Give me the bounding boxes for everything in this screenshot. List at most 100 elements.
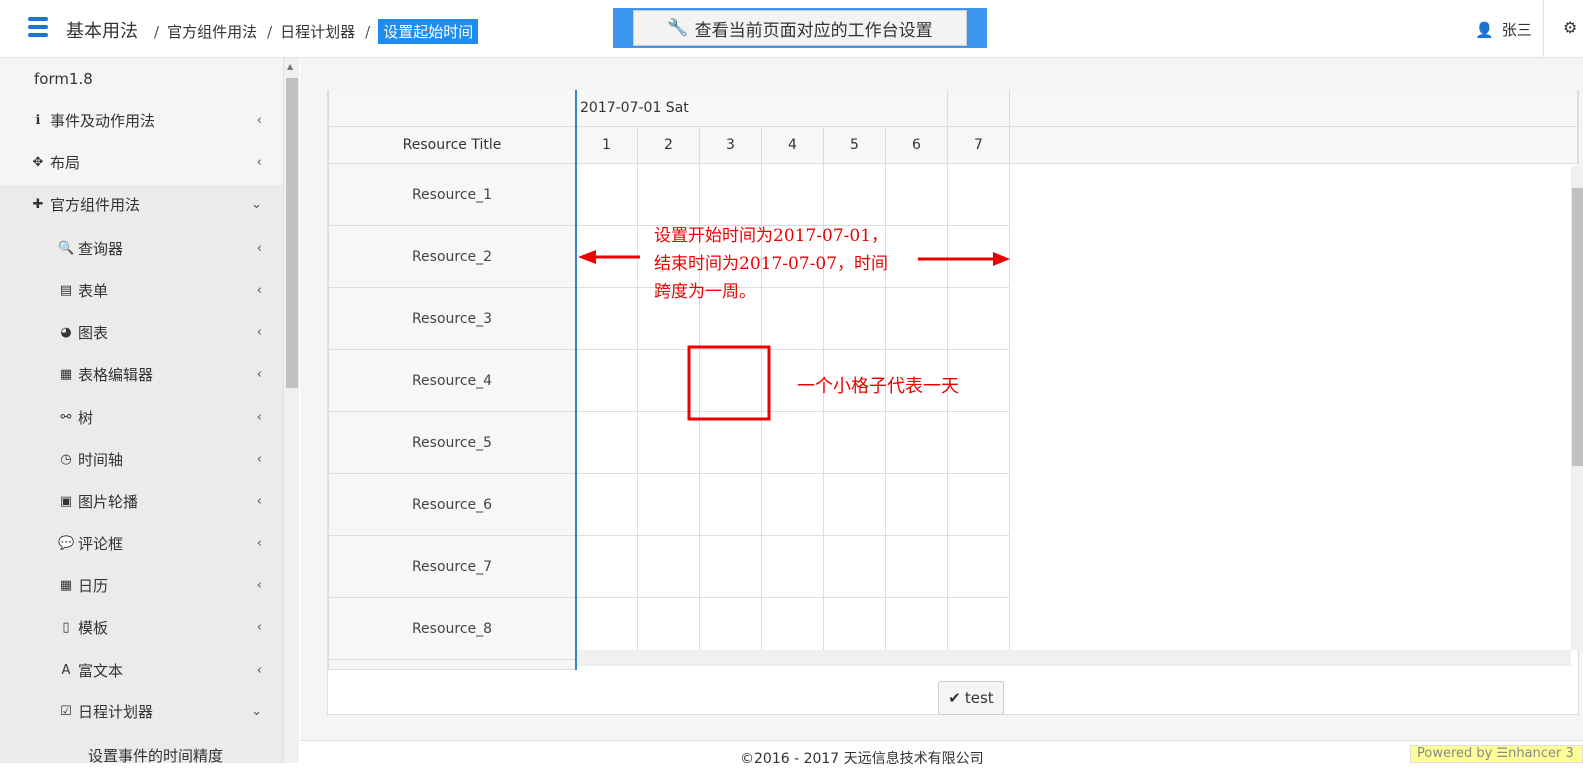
schedule-slot[interactable] [824, 164, 886, 226]
schedule-slot[interactable] [886, 226, 948, 288]
scheduler-horizontal-scrollbar[interactable] [577, 650, 1571, 666]
schedule-slot[interactable] [762, 474, 824, 536]
schedule-slot[interactable] [576, 412, 638, 474]
sidebar-item[interactable]: ▯ 模板 ‹ [0, 606, 276, 648]
schedule-slot[interactable] [700, 412, 762, 474]
sidebar-item-label: 官方组件用法 [50, 195, 141, 214]
resource-row-header: Resource_6 [328, 474, 576, 536]
scheduler-vertical-scroll-thumb[interactable] [1572, 188, 1583, 466]
schedule-slot[interactable] [886, 474, 948, 536]
resource-row-header: Resource_4 [328, 350, 576, 412]
schedule-slot[interactable] [886, 536, 948, 598]
sidebar-item[interactable]: ▦ 表格编辑器 ‹ [0, 353, 276, 395]
gears-icon[interactable]: ⚙ [1563, 18, 1577, 37]
sidebar-item[interactable]: A 富文本 ‹ [0, 649, 276, 691]
schedule-slot[interactable] [576, 474, 638, 536]
brand-title[interactable]: 基本用法 [66, 17, 138, 43]
schedule-slot[interactable] [638, 350, 700, 412]
comment-icon: 💬 [58, 535, 75, 551]
chevron-left-icon: ‹ [256, 493, 262, 509]
sidebar-item[interactable]: ☑ 日程计划器 ⌄ [0, 690, 276, 732]
schedule-slot[interactable] [762, 536, 824, 598]
sidebar-item[interactable]: 设置事件的时间精度 [0, 734, 276, 764]
schedule-slot[interactable] [700, 536, 762, 598]
schedule-slot[interactable] [824, 536, 886, 598]
sidebar-item[interactable]: ⚯ 树 ‹ [0, 396, 276, 438]
sidebar-item[interactable]: ▦ 日历 ‹ [0, 564, 276, 606]
schedule-slot[interactable] [948, 226, 1010, 288]
scroll-up-arrow-icon[interactable]: ▲ [287, 62, 293, 71]
sidebar-item[interactable]: ▣ 图片轮播 ‹ [0, 480, 276, 522]
breadcrumb-item[interactable]: 日程计划器 [280, 21, 355, 42]
powered-by-badge[interactable]: Powered by ☰nhancer 3 [1410, 745, 1583, 763]
schedule-slot[interactable] [886, 288, 948, 350]
schedule-slot[interactable] [762, 412, 824, 474]
schedule-slot[interactable] [576, 536, 638, 598]
chevron-left-icon: ‹ [256, 154, 262, 170]
sidebar-item-label: 富文本 [78, 661, 124, 680]
workbench-settings-button[interactable]: 🔧 查看当前页面对应的工作台设置 [633, 10, 967, 46]
copyright-text: ©2016 - 2017 天远信息技术有限公司 [740, 751, 984, 767]
sidebar-item[interactable]: ✥ 布局 ‹ [0, 141, 276, 183]
scheduler-vertical-scrollbar[interactable] [1571, 166, 1583, 650]
schedule-slot[interactable] [700, 350, 762, 412]
schedule-slot[interactable] [638, 412, 700, 474]
user-menu[interactable]: 👤 张三 [1475, 19, 1532, 40]
sidebar-item[interactable]: ◕ 图表 ‹ [0, 311, 276, 353]
sidebar-item-label: 评论框 [78, 534, 124, 553]
schedule-slot[interactable] [824, 412, 886, 474]
chevron-left-icon: ‹ [256, 619, 262, 635]
chevron-left-icon: ‹ [256, 366, 262, 382]
schedule-slot[interactable] [886, 412, 948, 474]
chevron-left-icon: ‹ [256, 240, 262, 256]
test-button[interactable]: ✔ test [938, 681, 1004, 715]
sidebar-item-label: 日程计划器 [78, 702, 154, 721]
schedule-slot[interactable] [638, 536, 700, 598]
schedule-slot[interactable] [638, 164, 700, 226]
sidebar-item[interactable]: form1.8 [0, 58, 276, 100]
resource-row-header: Resource_8 [328, 598, 576, 660]
test-button-label: test [964, 689, 994, 707]
schedule-slot[interactable] [576, 288, 638, 350]
breadcrumb-item[interactable]: 官方组件用法 [167, 21, 257, 42]
image-icon: ▣ [59, 493, 73, 509]
chevron-left-icon: ‹ [256, 577, 262, 593]
sidebar-item[interactable]: ℹ 事件及动作用法 ‹ [0, 99, 276, 141]
sidebar-item[interactable]: ◷ 时间轴 ‹ [0, 438, 276, 480]
timeline-start-line [575, 90, 577, 670]
schedule-slot[interactable] [948, 412, 1010, 474]
schedule-slot[interactable] [948, 536, 1010, 598]
chevron-left-icon: ‹ [256, 282, 262, 298]
schedule-slot[interactable] [886, 164, 948, 226]
schedule-slot[interactable] [948, 288, 1010, 350]
schedule-slot[interactable] [576, 350, 638, 412]
clock-icon: ◷ [60, 451, 72, 467]
annotation-line: 跨度为一周。 [654, 282, 756, 302]
sidebar-item[interactable]: ▤ 表单 ‹ [0, 269, 276, 311]
schedule-slot[interactable] [576, 164, 638, 226]
schedule-slot[interactable] [700, 474, 762, 536]
schedule-slot[interactable] [638, 474, 700, 536]
sidebar-item[interactable]: 🔍 查询器 ‹ [0, 227, 276, 269]
schedule-slot[interactable] [948, 474, 1010, 536]
sidebar-scrollbar[interactable]: ▲ [283, 58, 299, 763]
move-icon: ✥ [32, 154, 44, 170]
schedule-slot[interactable] [700, 164, 762, 226]
sidebar-item[interactable]: 💬 评论框 ‹ [0, 522, 276, 564]
menu-toggle-icon[interactable] [28, 17, 48, 37]
workbench-button-wrapper: 🔧 查看当前页面对应的工作台设置 [613, 8, 987, 48]
schedule-slot[interactable] [824, 474, 886, 536]
resource-title-header: Resource Title [328, 127, 576, 164]
wrench-icon: 🔧 [667, 18, 689, 38]
schedule-slot[interactable] [576, 226, 638, 288]
sidebar-item-label: 表单 [78, 281, 109, 300]
schedule-slot[interactable] [948, 164, 1010, 226]
chevron-left-icon: ‹ [256, 409, 262, 425]
corner-header-cell [328, 90, 576, 127]
sidebar-item[interactable]: ✚ 官方组件用法 ⌄ [0, 183, 276, 225]
sidebar-scroll-thumb[interactable] [286, 78, 298, 388]
day-header-cell: 3 [700, 127, 762, 164]
sidebar-item-label: 图表 [78, 323, 109, 342]
day-header-cell: 5 [824, 127, 886, 164]
schedule-slot[interactable] [762, 164, 824, 226]
